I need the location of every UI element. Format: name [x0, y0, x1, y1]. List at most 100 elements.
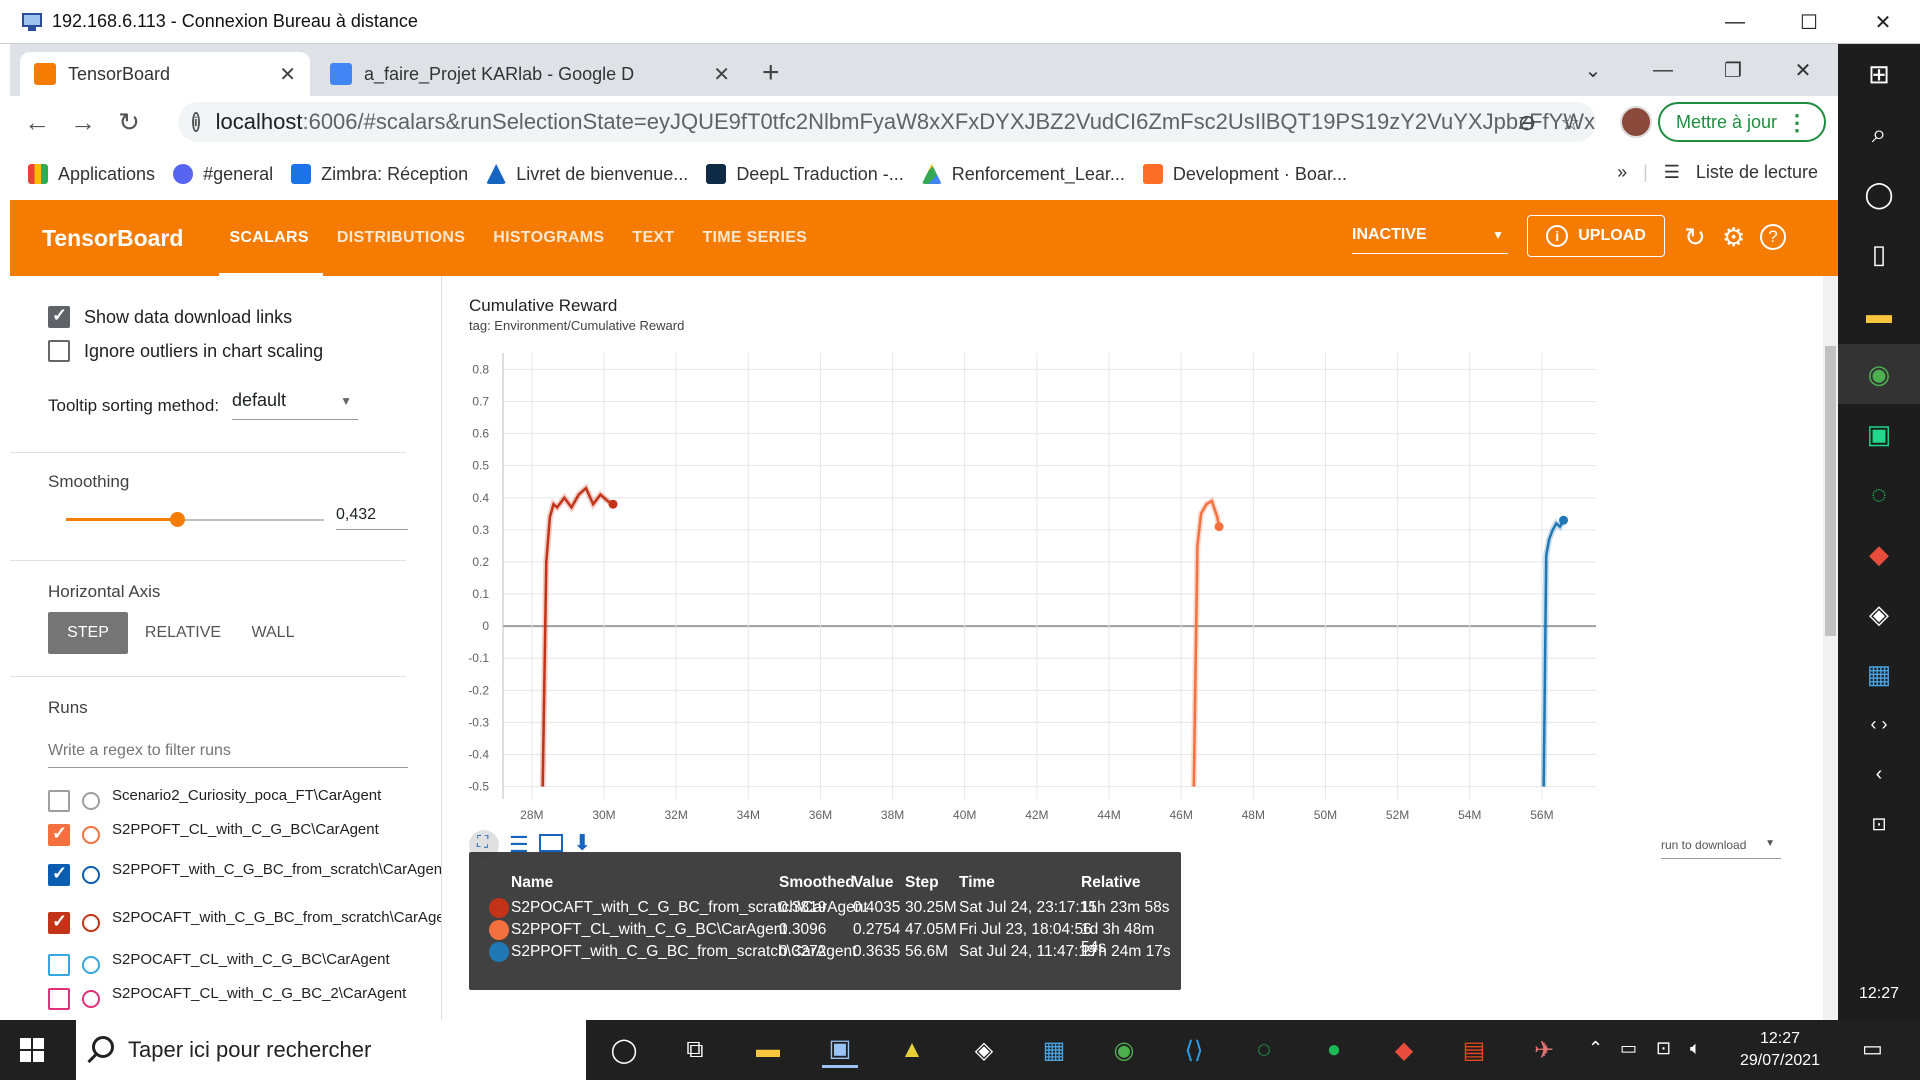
run-checkbox[interactable]: [48, 863, 70, 886]
forward-icon[interactable]: →: [60, 107, 106, 138]
file-explorer-icon[interactable]: ▬: [750, 1032, 786, 1068]
run-color-swatch[interactable]: [82, 914, 100, 932]
loading-ring-icon[interactable]: ◌: [1246, 1032, 1282, 1068]
tab-search-icon[interactable]: ⌄: [1558, 58, 1628, 83]
run-color-swatch[interactable]: [82, 792, 100, 810]
taskbar-search-box[interactable]: Taper ici pour rechercher: [76, 1020, 586, 1080]
axis-relative-button[interactable]: RELATIVE: [138, 612, 228, 654]
run-to-download-select[interactable]: run to download ▼: [1661, 838, 1781, 859]
run-checkbox[interactable]: [48, 911, 70, 934]
taskbar-clock[interactable]: 12:27 29/07/2021: [1720, 1028, 1840, 1072]
profile-avatar[interactable]: [1620, 106, 1652, 138]
run-checkbox[interactable]: [48, 823, 70, 846]
expand-chart-icon[interactable]: [539, 834, 563, 852]
search-icon[interactable]: ⌕: [1838, 104, 1920, 164]
control-panel-icon[interactable]: ▦: [1036, 1032, 1072, 1068]
bookmark-star-icon[interactable]: ☆: [1560, 110, 1580, 136]
maximize-icon[interactable]: ☐: [1772, 0, 1846, 44]
tab-distributions[interactable]: DISTRIBUTIONS: [337, 200, 465, 276]
run-checkbox[interactable]: [48, 790, 70, 812]
run-color-swatch[interactable]: [82, 990, 100, 1008]
cortana-icon[interactable]: ◯: [1838, 164, 1920, 224]
right-bar-clock[interactable]: 12:27: [1838, 974, 1920, 1014]
app-icon[interactable]: ▲: [894, 1032, 930, 1068]
close-tab-icon[interactable]: ✕: [713, 62, 730, 87]
upload-button[interactable]: i UPLOAD: [1527, 215, 1665, 257]
minimize-icon[interactable]: —: [1698, 0, 1772, 44]
ignore-outliers-checkbox[interactable]: [48, 340, 70, 362]
tab-time-series[interactable]: TIME SERIES: [702, 200, 807, 276]
close-icon[interactable]: ✕: [1846, 0, 1920, 44]
site-info-icon[interactable]: i: [192, 112, 200, 132]
windows-start-icon[interactable]: [20, 1038, 44, 1062]
unity-icon[interactable]: ◈: [1838, 584, 1920, 644]
settings-gear-icon[interactable]: ⚙: [1722, 222, 1745, 253]
show-download-links-checkbox[interactable]: [48, 305, 70, 328]
run-checkbox[interactable]: [48, 988, 70, 1010]
run-color-swatch[interactable]: [82, 866, 100, 884]
network-icon[interactable]: ⊡: [1656, 1038, 1671, 1059]
bookmark-deepl[interactable]: DeepL Traduction -...: [706, 164, 904, 185]
bookmark-development[interactable]: Development · Boar...: [1142, 164, 1347, 185]
pycharm-icon[interactable]: ▣: [1838, 404, 1920, 464]
app-icon[interactable]: ✈: [1526, 1032, 1562, 1068]
run-color-swatch[interactable]: [82, 826, 100, 844]
restore-icon[interactable]: ❐: [1698, 58, 1768, 83]
cortana-icon[interactable]: ◯: [606, 1032, 642, 1068]
tray-chevron-up-icon[interactable]: ⌃: [1588, 1038, 1603, 1059]
run-item[interactable]: S2PPOFT_with_C_G_BC_from_scratch\CarAgen…: [48, 858, 441, 892]
close-icon[interactable]: ✕: [1768, 58, 1838, 83]
volume-icon[interactable]: 🔈︎: [1690, 1038, 1701, 1059]
run-item[interactable]: S2POCAFT_CL_with_C_G_BC_2\CarAgent: [48, 982, 418, 1016]
smoothing-input[interactable]: 0,432: [336, 500, 408, 530]
page-scrollbar[interactable]: [1823, 276, 1838, 1020]
new-tab-button[interactable]: +: [762, 56, 780, 90]
reload-icon[interactable]: ↻: [106, 107, 152, 138]
battery-icon[interactable]: ▭: [1620, 1038, 1637, 1059]
smoothing-slider-thumb[interactable]: [170, 512, 186, 527]
run-item[interactable]: S2POCAFT_CL_with_C_G_BC\CarAgent: [48, 948, 418, 982]
file-explorer-icon[interactable]: ▬: [1838, 284, 1920, 344]
bookmark-renforcement[interactable]: Renforcement_Lear...: [921, 164, 1125, 185]
bookmark-general[interactable]: #general: [173, 164, 273, 185]
task-view-icon[interactable]: ⧉: [677, 1032, 713, 1068]
run-color-swatch[interactable]: [82, 956, 100, 974]
scrollbar-thumb[interactable]: [1825, 346, 1836, 636]
task-view-icon[interactable]: ▯: [1838, 224, 1920, 284]
plugin-selector[interactable]: INACTIVE ▼: [1352, 226, 1508, 254]
chrome-icon[interactable]: ◉: [1106, 1032, 1142, 1068]
notifications-icon[interactable]: ▭: [1862, 1036, 1883, 1062]
zoom-icon[interactable]: ⊖: [1518, 110, 1536, 136]
close-tab-icon[interactable]: ✕: [279, 62, 296, 87]
reading-list-icon[interactable]: ☰: [1664, 162, 1680, 183]
run-item[interactable]: Scenario2_Curiosity_poca_FT\CarAgent: [48, 784, 418, 818]
tab-text[interactable]: TEXT: [632, 200, 674, 276]
help-icon[interactable]: ?: [1760, 224, 1786, 250]
remote-desktop-icon[interactable]: ▣: [822, 1032, 858, 1068]
office-icon[interactable]: ▤: [1456, 1032, 1492, 1068]
address-bar[interactable]: i localhost:6006/#scalars&runSelectionSt…: [178, 102, 1596, 142]
bookmark-zimbra[interactable]: Zimbra: Réception: [291, 164, 468, 185]
axis-wall-button[interactable]: WALL: [238, 612, 308, 654]
network-icon[interactable]: ⊡: [1838, 794, 1920, 854]
runs-filter-input[interactable]: Write a regex to filter runs: [48, 738, 408, 768]
loading-ring-icon[interactable]: ◌: [1838, 464, 1920, 524]
minimize-icon[interactable]: —: [1628, 59, 1698, 82]
run-checkbox[interactable]: [48, 954, 70, 976]
back-icon[interactable]: ←: [14, 107, 60, 138]
tab-histograms[interactable]: HISTOGRAMS: [493, 200, 604, 276]
bookmark-livret[interactable]: Livret de bienvenue...: [486, 164, 688, 185]
chrome-icon[interactable]: ◉: [1838, 344, 1920, 404]
run-item[interactable]: S2POCAFT_with_C_G_BC_from_scratch\CarAge…: [48, 906, 441, 940]
menu-icon[interactable]: ⋮: [1786, 110, 1808, 136]
tab-tensorboard[interactable]: TensorBoard ✕: [20, 52, 310, 96]
reading-list-button[interactable]: Liste de lecture: [1696, 162, 1818, 183]
tab-google-doc[interactable]: a_faire_Projet KARlab - Google D ✕: [316, 52, 744, 96]
paint-icon[interactable]: ◆: [1838, 524, 1920, 584]
bookmark-applications[interactable]: Applications: [28, 164, 155, 185]
run-item[interactable]: S2PPOFT_CL_with_C_G_BC\CarAgent: [48, 818, 418, 852]
axis-step-button[interactable]: STEP: [48, 612, 128, 654]
unity-icon[interactable]: ◈: [966, 1032, 1002, 1068]
vscode-icon[interactable]: ⟨⟩: [1176, 1032, 1212, 1068]
paint-icon[interactable]: ◆: [1386, 1032, 1422, 1068]
